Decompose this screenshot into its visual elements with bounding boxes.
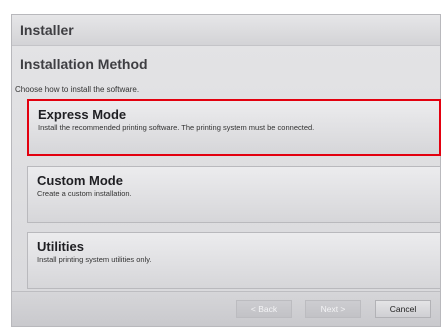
express-mode-option[interactable]: Express Mode Install the recommended pri… [27, 99, 441, 156]
next-button[interactable]: Next > [305, 300, 361, 318]
option-description: Create a custom installation. [37, 189, 132, 198]
option-title: Utilities [37, 239, 84, 254]
utilities-option[interactable]: Utilities Install printing system utilit… [27, 232, 441, 289]
option-description: Install the recommended printing softwar… [38, 123, 315, 132]
back-button[interactable]: < Back [236, 300, 292, 318]
window-title: Installer [20, 22, 74, 38]
custom-mode-option[interactable]: Custom Mode Create a custom installation… [27, 166, 441, 223]
installer-window: Installer Installation Method Choose how… [11, 14, 441, 327]
option-title: Express Mode [38, 107, 127, 122]
title-bar: Installer [12, 15, 440, 46]
button-bar: < Back Next > Cancel [12, 291, 440, 326]
page-subtitle: Choose how to install the software. [15, 85, 140, 94]
page-title: Installation Method [20, 56, 148, 72]
cancel-button[interactable]: Cancel [375, 300, 431, 318]
option-description: Install printing system utilities only. [37, 255, 152, 264]
option-title: Custom Mode [37, 173, 123, 188]
